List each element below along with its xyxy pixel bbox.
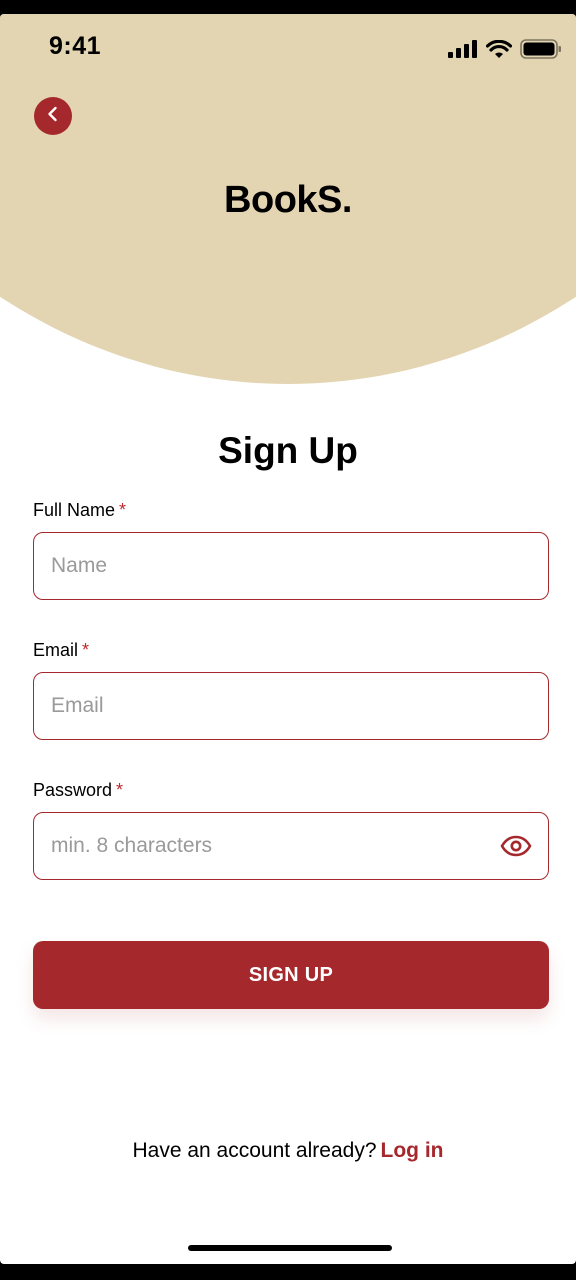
login-prompt-text: Have an account already? [132,1139,377,1162]
full-name-input[interactable] [51,554,532,578]
password-label: Password * [33,780,123,801]
full-name-label: Full Name * [33,500,126,521]
email-label-text: Email [33,640,79,660]
status-time: 9:41 [49,32,102,60]
password-field[interactable] [33,812,549,880]
password-input[interactable] [51,834,500,858]
login-prompt: Have an account already? Log in [0,1139,576,1163]
email-input[interactable] [51,694,532,718]
full-name-label-text: Full Name [33,500,116,520]
back-button[interactable] [34,97,72,135]
full-name-field[interactable] [33,532,549,600]
status-icons [448,39,562,64]
password-label-text: Password [33,780,113,800]
home-indicator [188,1245,392,1251]
sign-up-button[interactable]: SIGN UP [33,941,549,1009]
email-label: Email * [33,640,89,661]
email-field[interactable] [33,672,549,740]
sign-up-screen: 9:41 BookS. Sign Up Full Name * Name Ema… [0,14,576,1264]
chevron-left-icon [44,105,62,128]
required-mark: * [82,640,90,660]
brand-logo: BookS. [224,179,352,221]
signal-icon [448,40,478,63]
battery-icon [520,39,562,64]
page-title: Sign Up [218,430,358,471]
required-mark: * [119,500,127,520]
wifi-icon [485,39,513,64]
required-mark: * [116,780,124,800]
login-link[interactable]: Log in [381,1139,444,1162]
eye-icon[interactable] [500,830,532,862]
